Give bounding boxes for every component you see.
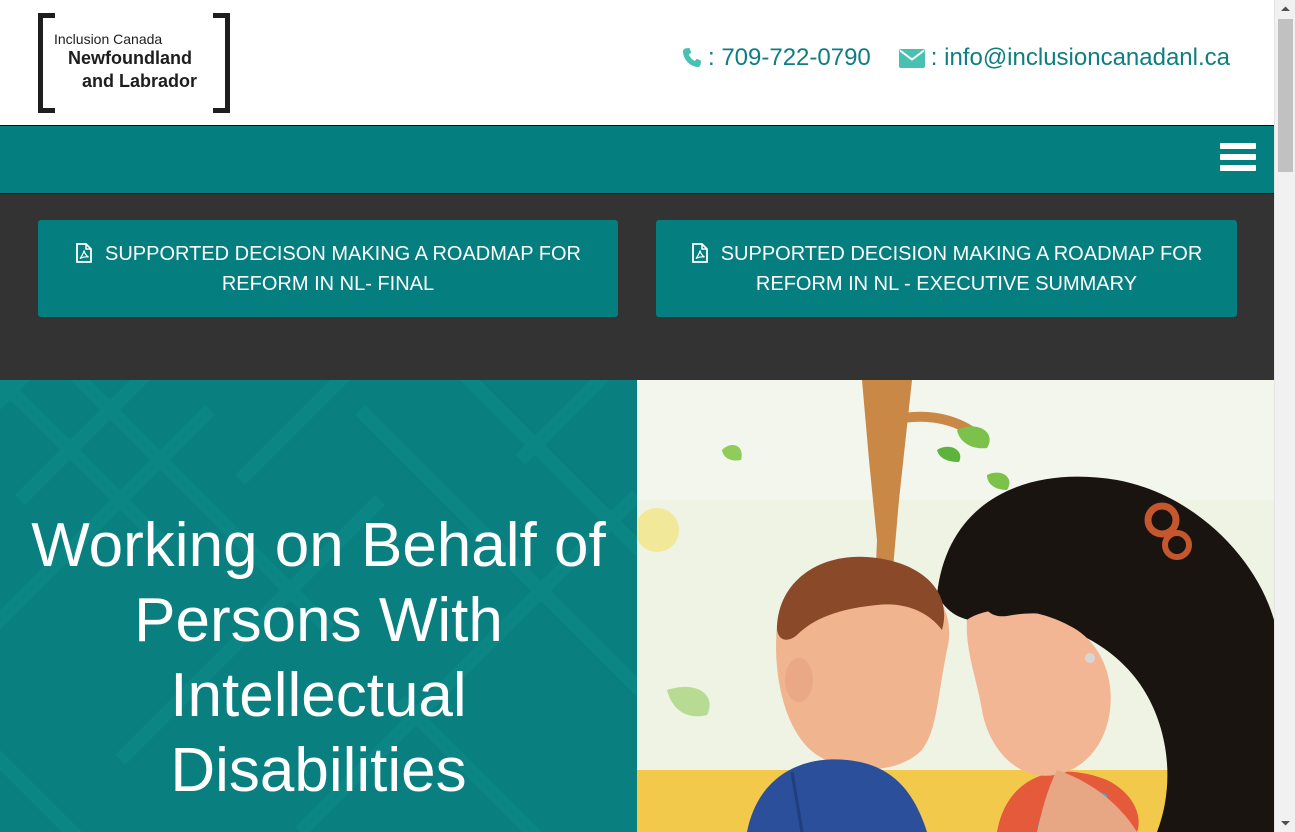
logo-line-3: and Labrador [82, 71, 198, 91]
hero-photo [637, 380, 1274, 832]
phone-number: : 709-722-0790 [707, 44, 871, 71]
mother-and-child-photo [637, 380, 1274, 832]
logo-left-bracket [38, 13, 55, 113]
hamburger-bar [1220, 165, 1256, 171]
document-title-line-1: SUPPORTED DECISION MAKING A ROADMAP FOR [720, 242, 1203, 265]
phone-icon [682, 48, 701, 68]
pdf-file-icon [691, 242, 708, 263]
hero-text-panel: Working on Behalf of Persons With Intell… [0, 380, 637, 832]
roadmap-executive-summary-button[interactable]: SUPPORTED DECISION MAKING A ROADMAP FOR … [656, 220, 1237, 317]
hero-section: Working on Behalf of Persons With Intell… [0, 380, 1274, 832]
roadmap-final-button[interactable]: SUPPORTED DECISON MAKING A ROADMAP FOR R… [38, 220, 618, 317]
scroll-down-arrow-icon[interactable] [1275, 815, 1295, 832]
phone-contact[interactable]: : 709-722-0790 [682, 44, 877, 72]
scroll-up-arrow-icon[interactable] [1275, 0, 1295, 17]
envelope-icon [898, 48, 925, 68]
email-address: : info@inclusioncanadanl.ca [930, 44, 1230, 71]
document-title-line-2: REFORM IN NL- FINAL [221, 272, 435, 295]
page-scrollbar[interactable] [1274, 0, 1295, 832]
hero-heading-line-2: Persons With [134, 586, 503, 655]
scrollbar-thumb[interactable] [1278, 19, 1293, 172]
hero-heading-line-4: Disabilities [170, 736, 467, 805]
pdf-file-icon [76, 242, 92, 263]
site-header: Inclusion Canada Newfoundland and Labrad… [0, 0, 1274, 125]
hero-heading-line-1: Working on Behalf of [31, 511, 606, 580]
logo-line-1: Inclusion Canada [54, 31, 163, 47]
page: Inclusion Canada Newfoundland and Labrad… [0, 0, 1274, 832]
email-contact[interactable]: : info@inclusioncanadanl.ca [898, 44, 1236, 72]
hero-heading-line-3: Intellectual [170, 661, 467, 730]
logo-line-2: Newfoundland [68, 48, 192, 68]
document-title-line-1: SUPPORTED DECISON MAKING A ROADMAP FOR [104, 242, 581, 265]
document-title-line-2: REFORM IN NL - EXECUTIVE SUMMARY [755, 272, 1138, 295]
contact-info: : 709-722-0790 : info@inclusioncanadanl.… [682, 44, 1236, 72]
hero-heading: Working on Behalf of Persons With Intell… [0, 508, 637, 808]
hamburger-menu-icon[interactable] [1220, 143, 1256, 175]
site-logo[interactable]: Inclusion Canada Newfoundland and Labrad… [38, 13, 230, 113]
main-nav-bar [0, 125, 1274, 194]
hamburger-bar [1220, 154, 1256, 160]
hamburger-bar [1220, 143, 1256, 149]
logo-right-bracket [213, 13, 230, 113]
documents-band: SUPPORTED DECISON MAKING A ROADMAP FOR R… [0, 194, 1274, 380]
